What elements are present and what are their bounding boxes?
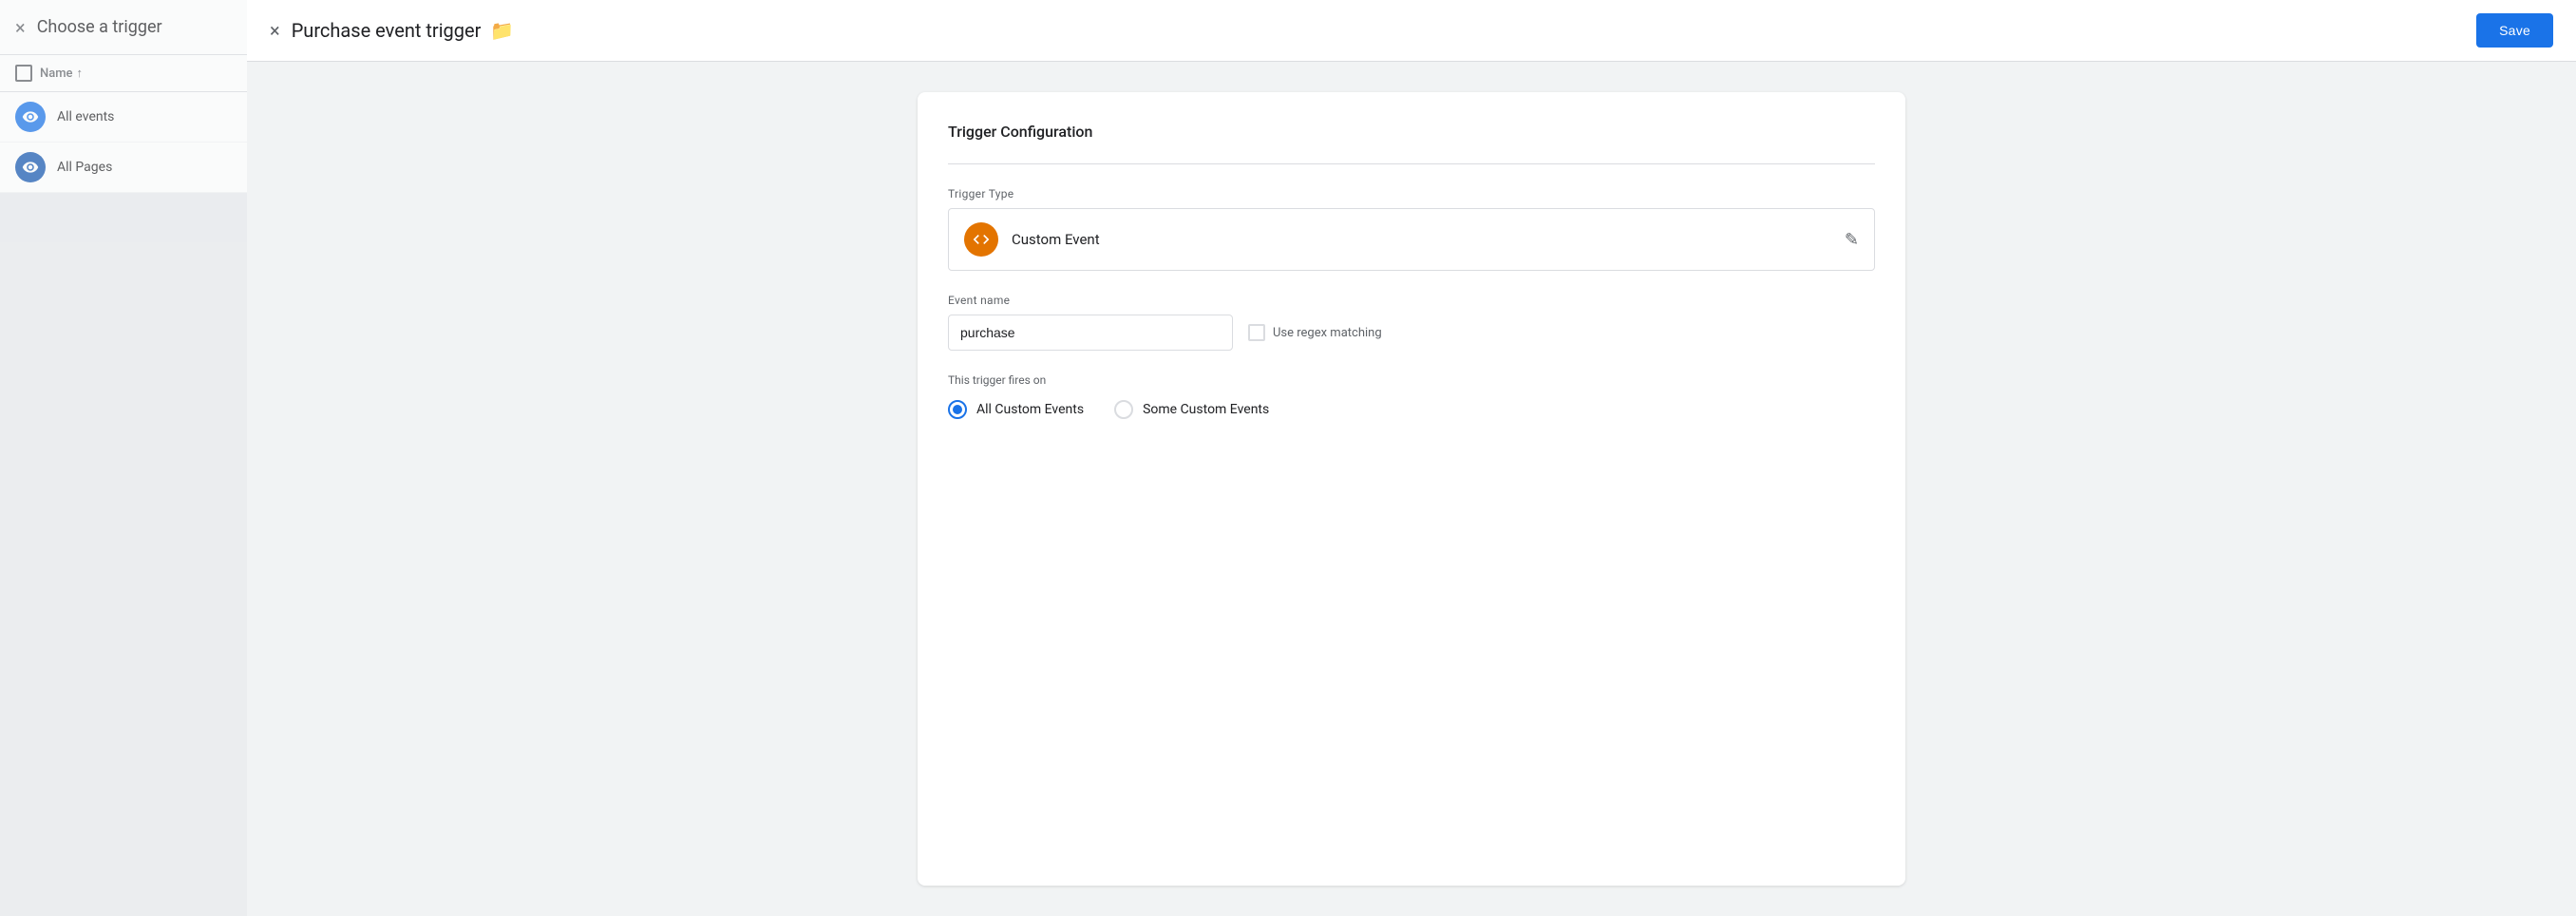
radio-option-all-custom[interactable]: All Custom Events [948, 400, 1084, 419]
eye-icon [22, 108, 39, 125]
right-panel-body: Trigger Configuration Trigger Type Custo… [247, 62, 2576, 916]
radio-label-all-custom: All Custom Events [976, 402, 1084, 417]
sidebar-item-all-events[interactable]: All events [0, 92, 247, 143]
trigger-type-name: Custom Event [1012, 231, 1100, 248]
left-panel-close-icon[interactable]: × [15, 18, 26, 37]
list-header-checkbox[interactable] [15, 65, 32, 82]
left-panel-title: Choose a trigger [37, 17, 162, 37]
regex-row: Use regex matching [1248, 324, 1382, 341]
radio-outer-all-custom [948, 400, 967, 419]
event-name-input[interactable] [948, 315, 1233, 351]
save-button[interactable]: Save [2476, 13, 2553, 48]
config-card: Trigger Configuration Trigger Type Custo… [918, 92, 1905, 886]
config-card-title: Trigger Configuration [948, 123, 1875, 141]
code-icon [972, 230, 991, 249]
custom-event-icon [964, 222, 998, 257]
radio-inner-all-custom [953, 405, 962, 414]
folder-icon[interactable]: 📁 [490, 19, 514, 42]
right-panel-close-icon[interactable]: × [270, 21, 280, 40]
trigger-type-left: Custom Event [964, 222, 1100, 257]
all-events-icon [15, 102, 46, 132]
radio-label-some-custom: Some Custom Events [1143, 402, 1269, 417]
section-divider [948, 163, 1875, 164]
all-pages-label: All Pages [57, 160, 112, 175]
left-panel: × Choose a trigger Name ↑ All events All… [0, 0, 247, 916]
event-name-row: Use regex matching [948, 315, 1875, 351]
regex-label: Use regex matching [1273, 326, 1382, 340]
trigger-type-box: Custom Event ✎ [948, 208, 1875, 271]
panel-title: Purchase event trigger 📁 [292, 19, 2465, 42]
fires-on-section: This trigger fires on All Custom Events … [948, 373, 1875, 419]
sidebar-item-all-pages[interactable]: All Pages [0, 143, 247, 193]
panel-title-text: Purchase event trigger [292, 19, 482, 42]
right-panel-header: × Purchase event trigger 📁 Save [247, 0, 2576, 62]
fires-on-label: This trigger fires on [948, 373, 1875, 387]
all-pages-icon [15, 152, 46, 182]
right-panel: × Purchase event trigger 📁 Save Trigger … [247, 0, 2576, 916]
eye-dark-icon [22, 159, 39, 176]
edit-trigger-type-icon[interactable]: ✎ [1845, 230, 1859, 250]
event-name-label: Event name [948, 294, 1875, 307]
radio-option-some-custom[interactable]: Some Custom Events [1114, 400, 1269, 419]
radio-group: All Custom Events Some Custom Events [948, 400, 1875, 419]
left-panel-header: × Choose a trigger [0, 0, 247, 55]
all-events-label: All events [57, 109, 114, 124]
radio-outer-some-custom [1114, 400, 1133, 419]
left-panel-list-header: Name ↑ [0, 55, 247, 92]
trigger-type-label: Trigger Type [948, 187, 1875, 200]
list-header-name-col: Name ↑ [40, 66, 83, 81]
regex-checkbox[interactable] [1248, 324, 1265, 341]
